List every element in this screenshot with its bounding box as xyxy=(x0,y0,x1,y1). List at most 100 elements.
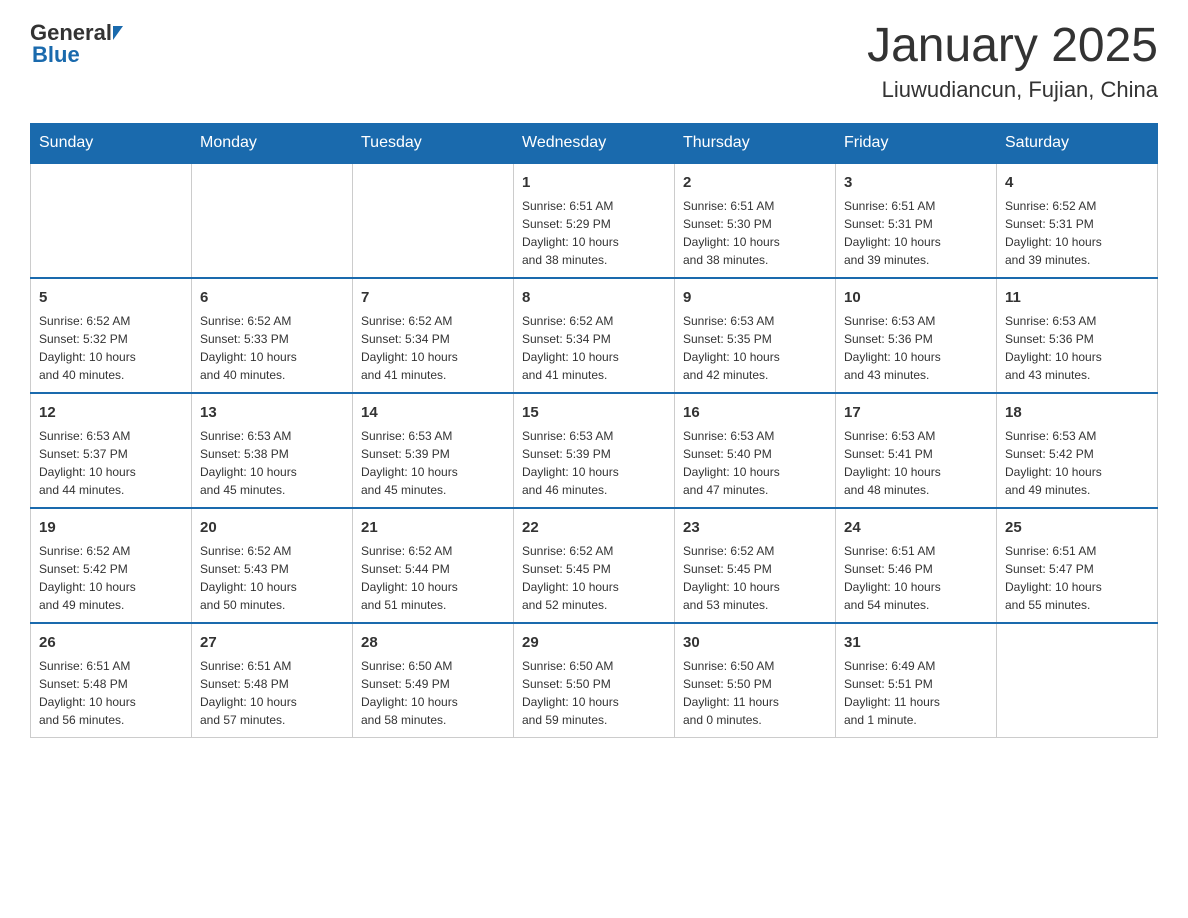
day-number: 16 xyxy=(683,402,827,423)
calendar-cell xyxy=(31,163,192,278)
day-number: 22 xyxy=(522,517,666,538)
calendar-cell xyxy=(192,163,353,278)
day-number: 6 xyxy=(200,287,344,308)
calendar-cell: 9 Sunrise: 6:53 AM Sunset: 5:35 PM Daylig… xyxy=(675,278,836,393)
calendar-week-row: 5 Sunrise: 6:52 AM Sunset: 5:32 PM Daylig… xyxy=(31,278,1158,393)
day-info: Sunrise: 6:51 AM Sunset: 5:46 PM Dayligh… xyxy=(844,542,988,614)
calendar-cell: 19 Sunrise: 6:52 AM Sunset: 5:42 PM Dayli… xyxy=(31,508,192,623)
day-info: Sunrise: 6:50 AM Sunset: 5:49 PM Dayligh… xyxy=(361,657,505,729)
calendar-week-row: 26 Sunrise: 6:51 AM Sunset: 5:48 PM Dayli… xyxy=(31,623,1158,738)
day-info: Sunrise: 6:51 AM Sunset: 5:29 PM Dayligh… xyxy=(522,197,666,269)
calendar-cell: 22Sunrise: 6:52 AM Sunset: 5:45 PM Dayli… xyxy=(514,508,675,623)
logo-blue: Blue xyxy=(30,42,123,68)
calendar-cell: 23Sunrise: 6:52 AM Sunset: 5:45 PM Dayli… xyxy=(675,508,836,623)
calendar-header-saturday: Saturday xyxy=(997,123,1158,163)
day-number: 26 xyxy=(39,632,183,653)
calendar-cell: 21 Sunrise: 6:52 AM Sunset: 5:44 PM Dayli… xyxy=(353,508,514,623)
day-info: Sunrise: 6:52 AM Sunset: 5:33 PM Dayligh… xyxy=(200,312,344,384)
day-number: 9 xyxy=(683,287,827,308)
day-info: Sunrise: 6:53 AM Sunset: 5:40 PM Dayligh… xyxy=(683,427,827,499)
calendar-header-monday: Monday xyxy=(192,123,353,163)
day-info: Sunrise: 6:52 AM Sunset: 5:34 PM Dayligh… xyxy=(361,312,505,384)
calendar-cell: 24 Sunrise: 6:51 AM Sunset: 5:46 PM Dayli… xyxy=(836,508,997,623)
day-info: Sunrise: 6:52 AM Sunset: 5:34 PM Dayligh… xyxy=(522,312,666,384)
calendar-cell xyxy=(997,623,1158,738)
day-info: Sunrise: 6:52 AM Sunset: 5:42 PM Dayligh… xyxy=(39,542,183,614)
day-number: 17 xyxy=(844,402,988,423)
day-number: 10 xyxy=(844,287,988,308)
calendar-cell: 8 Sunrise: 6:52 AM Sunset: 5:34 PM Daylig… xyxy=(514,278,675,393)
day-info: Sunrise: 6:51 AM Sunset: 5:31 PM Dayligh… xyxy=(844,197,988,269)
calendar-cell: 4 Sunrise: 6:52 AM Sunset: 5:31 PM Daylig… xyxy=(997,163,1158,278)
page-header: General Blue January 2025 Liuwudiancun, … xyxy=(30,20,1158,103)
day-number: 29 xyxy=(522,632,666,653)
day-number: 19 xyxy=(39,517,183,538)
day-number: 1 xyxy=(522,172,666,193)
calendar-cell: 15Sunrise: 6:53 AM Sunset: 5:39 PM Dayli… xyxy=(514,393,675,508)
day-info: Sunrise: 6:50 AM Sunset: 5:50 PM Dayligh… xyxy=(683,657,827,729)
day-number: 8 xyxy=(522,287,666,308)
calendar-cell: 26 Sunrise: 6:51 AM Sunset: 5:48 PM Dayli… xyxy=(31,623,192,738)
calendar-cell: 2Sunrise: 6:51 AM Sunset: 5:30 PM Daylig… xyxy=(675,163,836,278)
calendar-cell: 20Sunrise: 6:52 AM Sunset: 5:43 PM Dayli… xyxy=(192,508,353,623)
day-info: Sunrise: 6:52 AM Sunset: 5:31 PM Dayligh… xyxy=(1005,197,1149,269)
calendar-week-row: 1 Sunrise: 6:51 AM Sunset: 5:29 PM Daylig… xyxy=(31,163,1158,278)
day-number: 7 xyxy=(361,287,505,308)
calendar-cell: 25 Sunrise: 6:51 AM Sunset: 5:47 PM Dayli… xyxy=(997,508,1158,623)
calendar-cell: 5 Sunrise: 6:52 AM Sunset: 5:32 PM Daylig… xyxy=(31,278,192,393)
day-number: 27 xyxy=(200,632,344,653)
calendar-title: January 2025 xyxy=(867,20,1158,73)
day-info: Sunrise: 6:52 AM Sunset: 5:43 PM Dayligh… xyxy=(200,542,344,614)
calendar-cell: 16 Sunrise: 6:53 AM Sunset: 5:40 PM Dayli… xyxy=(675,393,836,508)
calendar-cell: 27 Sunrise: 6:51 AM Sunset: 5:48 PM Dayli… xyxy=(192,623,353,738)
day-info: Sunrise: 6:52 AM Sunset: 5:32 PM Dayligh… xyxy=(39,312,183,384)
day-number: 21 xyxy=(361,517,505,538)
calendar-header-wednesday: Wednesday xyxy=(514,123,675,163)
day-info: Sunrise: 6:49 AM Sunset: 5:51 PM Dayligh… xyxy=(844,657,988,729)
calendar-week-row: 12 Sunrise: 6:53 AM Sunset: 5:37 PM Dayli… xyxy=(31,393,1158,508)
day-info: Sunrise: 6:53 AM Sunset: 5:39 PM Dayligh… xyxy=(361,427,505,499)
calendar-cell: 17Sunrise: 6:53 AM Sunset: 5:41 PM Dayli… xyxy=(836,393,997,508)
day-number: 25 xyxy=(1005,517,1149,538)
day-info: Sunrise: 6:53 AM Sunset: 5:37 PM Dayligh… xyxy=(39,427,183,499)
day-number: 5 xyxy=(39,287,183,308)
day-info: Sunrise: 6:53 AM Sunset: 5:36 PM Dayligh… xyxy=(1005,312,1149,384)
calendar-cell: 1 Sunrise: 6:51 AM Sunset: 5:29 PM Daylig… xyxy=(514,163,675,278)
day-info: Sunrise: 6:53 AM Sunset: 5:35 PM Dayligh… xyxy=(683,312,827,384)
calendar-cell: 7 Sunrise: 6:52 AM Sunset: 5:34 PM Daylig… xyxy=(353,278,514,393)
day-info: Sunrise: 6:51 AM Sunset: 5:47 PM Dayligh… xyxy=(1005,542,1149,614)
day-info: Sunrise: 6:53 AM Sunset: 5:38 PM Dayligh… xyxy=(200,427,344,499)
calendar-header-friday: Friday xyxy=(836,123,997,163)
day-number: 24 xyxy=(844,517,988,538)
day-info: Sunrise: 6:52 AM Sunset: 5:45 PM Dayligh… xyxy=(683,542,827,614)
day-number: 15 xyxy=(522,402,666,423)
calendar-cell: 10Sunrise: 6:53 AM Sunset: 5:36 PM Dayli… xyxy=(836,278,997,393)
day-number: 11 xyxy=(1005,287,1149,308)
calendar-week-row: 19 Sunrise: 6:52 AM Sunset: 5:42 PM Dayli… xyxy=(31,508,1158,623)
calendar-cell xyxy=(353,163,514,278)
day-info: Sunrise: 6:50 AM Sunset: 5:50 PM Dayligh… xyxy=(522,657,666,729)
calendar-cell: 14 Sunrise: 6:53 AM Sunset: 5:39 PM Dayli… xyxy=(353,393,514,508)
calendar-cell: 30 Sunrise: 6:50 AM Sunset: 5:50 PM Dayli… xyxy=(675,623,836,738)
day-number: 3 xyxy=(844,172,988,193)
day-number: 12 xyxy=(39,402,183,423)
day-number: 28 xyxy=(361,632,505,653)
title-block: January 2025 Liuwudiancun, Fujian, China xyxy=(867,20,1158,103)
calendar-subtitle: Liuwudiancun, Fujian, China xyxy=(867,77,1158,103)
day-number: 4 xyxy=(1005,172,1149,193)
day-info: Sunrise: 6:53 AM Sunset: 5:42 PM Dayligh… xyxy=(1005,427,1149,499)
day-number: 30 xyxy=(683,632,827,653)
calendar-cell: 3 Sunrise: 6:51 AM Sunset: 5:31 PM Daylig… xyxy=(836,163,997,278)
day-number: 18 xyxy=(1005,402,1149,423)
day-info: Sunrise: 6:52 AM Sunset: 5:44 PM Dayligh… xyxy=(361,542,505,614)
calendar-header-row: SundayMondayTuesdayWednesdayThursdayFrid… xyxy=(31,123,1158,163)
day-info: Sunrise: 6:51 AM Sunset: 5:48 PM Dayligh… xyxy=(200,657,344,729)
calendar-cell: 31Sunrise: 6:49 AM Sunset: 5:51 PM Dayli… xyxy=(836,623,997,738)
calendar-cell: 28 Sunrise: 6:50 AM Sunset: 5:49 PM Dayli… xyxy=(353,623,514,738)
logo-triangle-icon xyxy=(113,26,123,40)
day-number: 14 xyxy=(361,402,505,423)
calendar-cell: 13Sunrise: 6:53 AM Sunset: 5:38 PM Dayli… xyxy=(192,393,353,508)
calendar-table: SundayMondayTuesdayWednesdayThursdayFrid… xyxy=(30,123,1158,738)
day-info: Sunrise: 6:51 AM Sunset: 5:48 PM Dayligh… xyxy=(39,657,183,729)
calendar-cell: 11 Sunrise: 6:53 AM Sunset: 5:36 PM Dayli… xyxy=(997,278,1158,393)
